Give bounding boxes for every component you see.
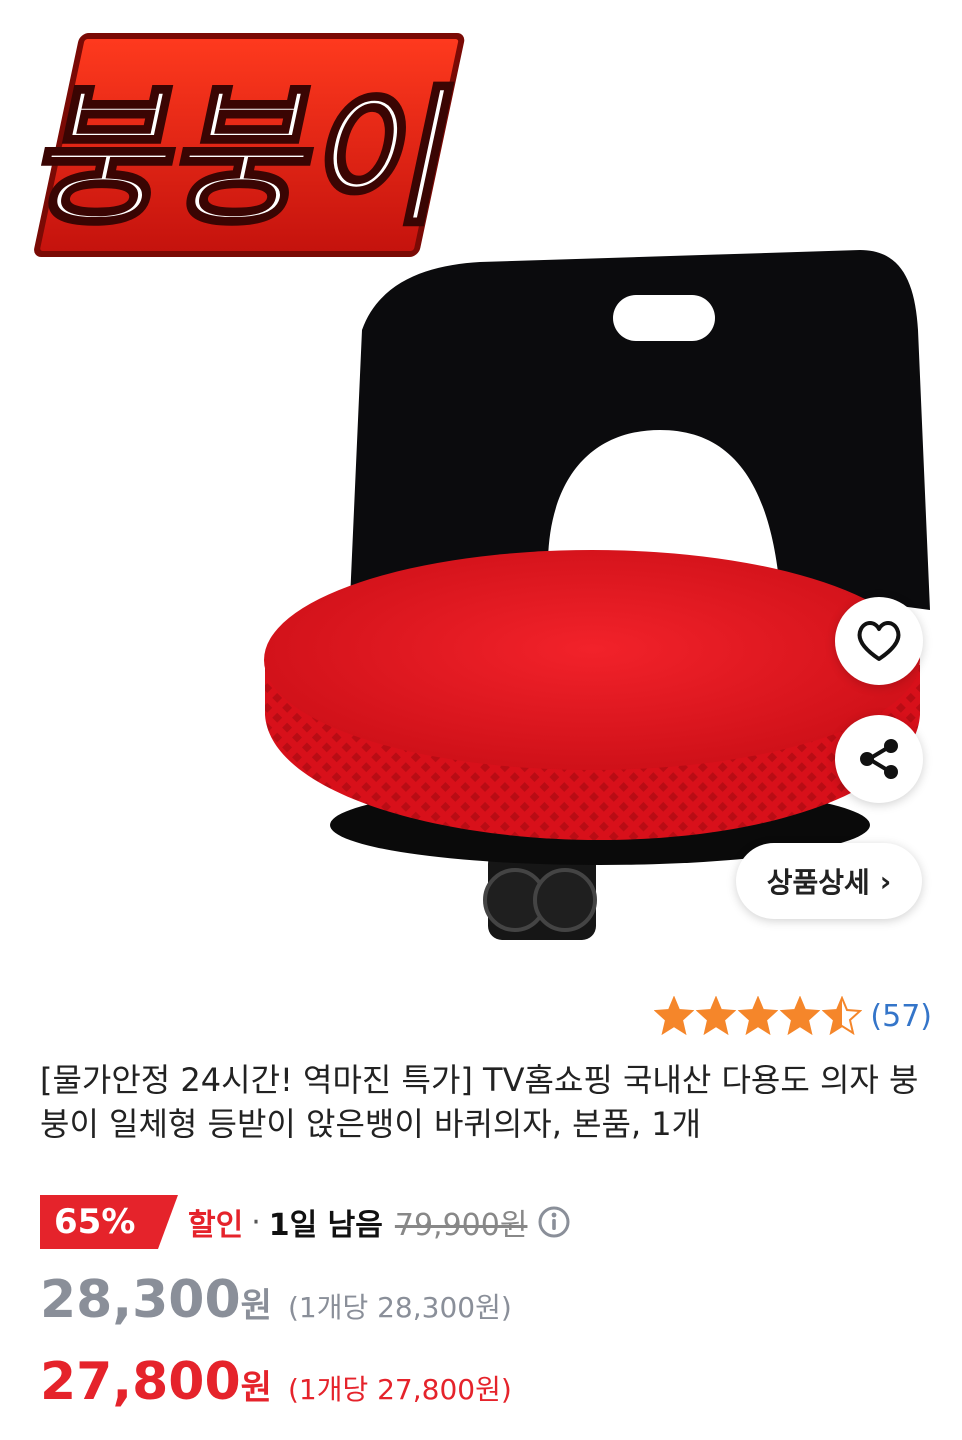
original-price: 79,900원 — [394, 1208, 528, 1243]
heart-outline-icon — [857, 621, 901, 661]
normal-price-row: 28,300 원 (1개당 28,300원) — [40, 1270, 512, 1330]
product-image-area[interactable]: 붕붕이 상품상세 › — [0, 0, 962, 990]
share-button[interactable] — [835, 715, 923, 803]
rating-summary[interactable]: (57) — [654, 996, 932, 1036]
product-detail-button[interactable]: 상품상세 › — [736, 843, 922, 919]
star-icon — [738, 996, 779, 1036]
product-title: [물가안정 24시간! 역마진 특가] TV홈쇼핑 국내산 다용도 의자 붕붕이… — [40, 1061, 919, 1143]
share-icon — [860, 739, 898, 779]
normal-price-currency: 원 — [240, 1286, 272, 1326]
star-icon — [822, 996, 863, 1036]
chair-seat-top — [264, 550, 920, 770]
svg-text:붕붕이: 붕붕이 — [21, 71, 472, 246]
normal-price: 28,300 — [40, 1270, 241, 1330]
brand-logo: 붕붕이 — [19, 33, 474, 257]
coupon-price-row: 27,800 원 (1개당 27,800원) — [40, 1352, 512, 1412]
product-detail-label: 상품상세 — [766, 866, 870, 899]
coupon-unit-price: (1개당 27,800원) — [287, 1373, 512, 1406]
info-icon[interactable] — [537, 1205, 571, 1239]
star-icon — [654, 996, 695, 1036]
sale-label: 할인 — [188, 1208, 244, 1243]
discount-row: 65% 할인 · 1일 남음 79,900원 — [40, 1195, 571, 1249]
chevron-right-icon: › — [879, 864, 892, 898]
normal-unit-price: (1개당 28,300원) — [287, 1291, 512, 1324]
star-rating — [654, 996, 863, 1036]
days-left: 1일 남음 — [268, 1208, 383, 1243]
star-icon — [780, 996, 821, 1036]
chair-handle-hole — [613, 295, 715, 341]
discount-percent: 65% — [54, 1202, 136, 1242]
coupon-price: 27,800 — [40, 1352, 241, 1412]
review-count[interactable]: (57) — [870, 999, 932, 1034]
like-button[interactable] — [835, 597, 923, 685]
separator-dot: · — [251, 1204, 261, 1240]
discount-badge: 65% — [40, 1195, 178, 1249]
coupon-price-currency: 원 — [240, 1368, 272, 1408]
star-icon — [696, 996, 737, 1036]
product-image: 붕붕이 — [19, 33, 930, 940]
